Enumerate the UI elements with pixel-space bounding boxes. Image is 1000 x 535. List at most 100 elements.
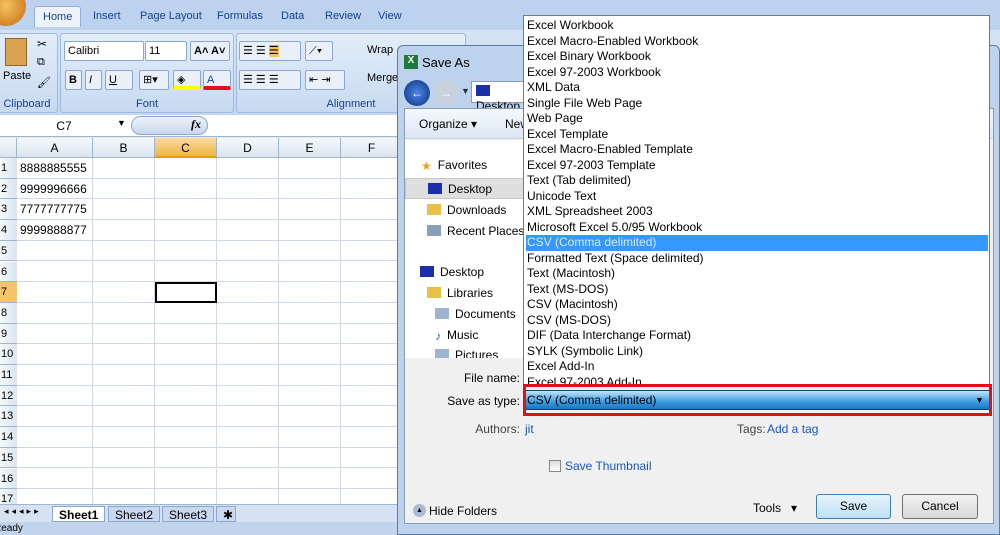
- tab-review[interactable]: Review: [325, 10, 361, 22]
- file-type-option[interactable]: Formatted Text (Space delimited): [526, 251, 988, 267]
- format-painter-icon[interactable]: 🖌: [37, 76, 51, 89]
- cell-a12[interactable]: [17, 385, 93, 407]
- tab-view[interactable]: View: [378, 10, 402, 22]
- tab-data[interactable]: Data: [281, 10, 304, 22]
- back-button[interactable]: ←: [404, 80, 430, 106]
- cell-b4[interactable]: [93, 220, 155, 241]
- file-type-option[interactable]: CSV (MS-DOS): [526, 313, 988, 329]
- nav-pictures[interactable]: Pictures: [435, 348, 498, 358]
- cell-a4[interactable]: 9999888877: [17, 220, 93, 241]
- cell-f10[interactable]: [341, 344, 403, 365]
- row-header-2[interactable]: 2: [0, 178, 17, 200]
- chevron-down-icon[interactable]: ▼: [117, 118, 126, 128]
- cell-c8[interactable]: [155, 302, 217, 324]
- cell-a7[interactable]: [17, 282, 93, 303]
- cell-f11[interactable]: [341, 365, 403, 386]
- cell-f16[interactable]: [341, 468, 403, 490]
- cell-f13[interactable]: [341, 406, 403, 428]
- file-type-option[interactable]: CSV (Comma delimited): [526, 235, 988, 251]
- file-type-option[interactable]: Text (Tab delimited): [526, 173, 988, 189]
- cell-d11[interactable]: [217, 365, 279, 386]
- italic-button[interactable]: I: [85, 70, 102, 90]
- cell-c15[interactable]: [155, 447, 217, 469]
- cell-e9[interactable]: [279, 323, 341, 345]
- cell-c11[interactable]: [155, 365, 217, 386]
- address-bar[interactable]: Desktop: [471, 81, 531, 113]
- cell-c2[interactable]: [155, 178, 217, 200]
- row-header-1[interactable]: 1: [0, 158, 17, 179]
- authors-value[interactable]: jit: [525, 422, 534, 436]
- cell-c3[interactable]: [155, 199, 217, 221]
- nav-libraries[interactable]: Libraries: [427, 286, 493, 300]
- nav-documents[interactable]: Documents: [435, 307, 516, 321]
- column-header-c[interactable]: C: [155, 138, 217, 158]
- cell-f9[interactable]: [341, 323, 403, 345]
- horizontal-align-buttons[interactable]: ☰ ☰ ☰: [239, 70, 301, 90]
- cell-f1[interactable]: [341, 158, 403, 179]
- row-header-12[interactable]: 12: [0, 385, 17, 407]
- cell-e16[interactable]: [279, 468, 341, 490]
- cell-c13[interactable]: [155, 406, 217, 428]
- cell-a5[interactable]: [17, 240, 93, 262]
- row-header-14[interactable]: 14: [0, 427, 17, 448]
- forward-button[interactable]: →: [433, 80, 459, 106]
- tab-page-layout[interactable]: Page Layout: [140, 10, 202, 22]
- row-header-3[interactable]: 3: [0, 199, 17, 221]
- cell-a15[interactable]: [17, 447, 93, 469]
- cell-f4[interactable]: [341, 220, 403, 241]
- cut-icon[interactable]: ✂: [37, 37, 47, 51]
- cell-d1[interactable]: [217, 158, 279, 179]
- column-header-f[interactable]: F: [341, 138, 403, 158]
- cell-b11[interactable]: [93, 365, 155, 386]
- row-header-8[interactable]: 8: [0, 302, 17, 324]
- nav-desktop[interactable]: Desktop: [405, 178, 525, 199]
- sheet-tab-2[interactable]: Sheet2: [108, 506, 161, 522]
- cell-d15[interactable]: [217, 447, 279, 469]
- cell-c14[interactable]: [155, 427, 217, 448]
- cell-c9[interactable]: [155, 323, 217, 345]
- paste-button[interactable]: Paste: [3, 70, 31, 82]
- cell-d14[interactable]: [217, 427, 279, 448]
- cell-e1[interactable]: [279, 158, 341, 179]
- cell-f6[interactable]: [341, 261, 403, 283]
- cell-c10[interactable]: [155, 344, 217, 365]
- cell-b7[interactable]: [93, 282, 155, 303]
- file-type-option[interactable]: Excel 97-2003 Template: [526, 158, 988, 174]
- formula-input[interactable]: [210, 116, 400, 135]
- cell-d12[interactable]: [217, 385, 279, 407]
- tags-input[interactable]: Add a tag: [767, 422, 818, 436]
- cell-e7[interactable]: [279, 282, 341, 303]
- wrap-text-button[interactable]: Wrap: [367, 44, 393, 56]
- cell-e5[interactable]: [279, 240, 341, 262]
- cell-f7[interactable]: [341, 282, 403, 303]
- save-thumbnail-label[interactable]: Save Thumbnail: [565, 459, 652, 473]
- file-type-option[interactable]: Excel Workbook: [526, 18, 988, 34]
- file-type-option[interactable]: Single File Web Page: [526, 96, 988, 112]
- insert-sheet-icon[interactable]: ✱: [216, 506, 236, 522]
- underline-button[interactable]: U: [105, 70, 133, 90]
- cell-e8[interactable]: [279, 302, 341, 324]
- cell-c12[interactable]: [155, 385, 217, 407]
- file-type-option[interactable]: Unicode Text: [526, 189, 988, 205]
- cell-e12[interactable]: [279, 385, 341, 407]
- cell-e3[interactable]: [279, 199, 341, 221]
- cell-d6[interactable]: [217, 261, 279, 283]
- merge-button[interactable]: Merge: [367, 72, 398, 84]
- tools-button[interactable]: Tools ▾: [753, 501, 797, 515]
- cell-b5[interactable]: [93, 240, 155, 262]
- file-type-option[interactable]: Excel Template: [526, 127, 988, 143]
- cell-c5[interactable]: [155, 240, 217, 262]
- tab-home[interactable]: Home: [34, 6, 82, 27]
- cell-f15[interactable]: [341, 447, 403, 469]
- cell-a11[interactable]: [17, 365, 93, 386]
- borders-button[interactable]: ⊞▾: [139, 70, 169, 90]
- file-type-option[interactable]: SYLK (Symbolic Link): [526, 344, 988, 360]
- cell-a6[interactable]: [17, 261, 93, 283]
- select-all-corner[interactable]: [0, 138, 17, 158]
- file-type-option[interactable]: Text (MS-DOS): [526, 282, 988, 298]
- cell-e13[interactable]: [279, 406, 341, 428]
- row-header-7[interactable]: 7: [0, 282, 17, 303]
- orientation-button[interactable]: ⟋▾: [305, 41, 333, 61]
- cell-b16[interactable]: [93, 468, 155, 490]
- row-header-15[interactable]: 15: [0, 447, 17, 469]
